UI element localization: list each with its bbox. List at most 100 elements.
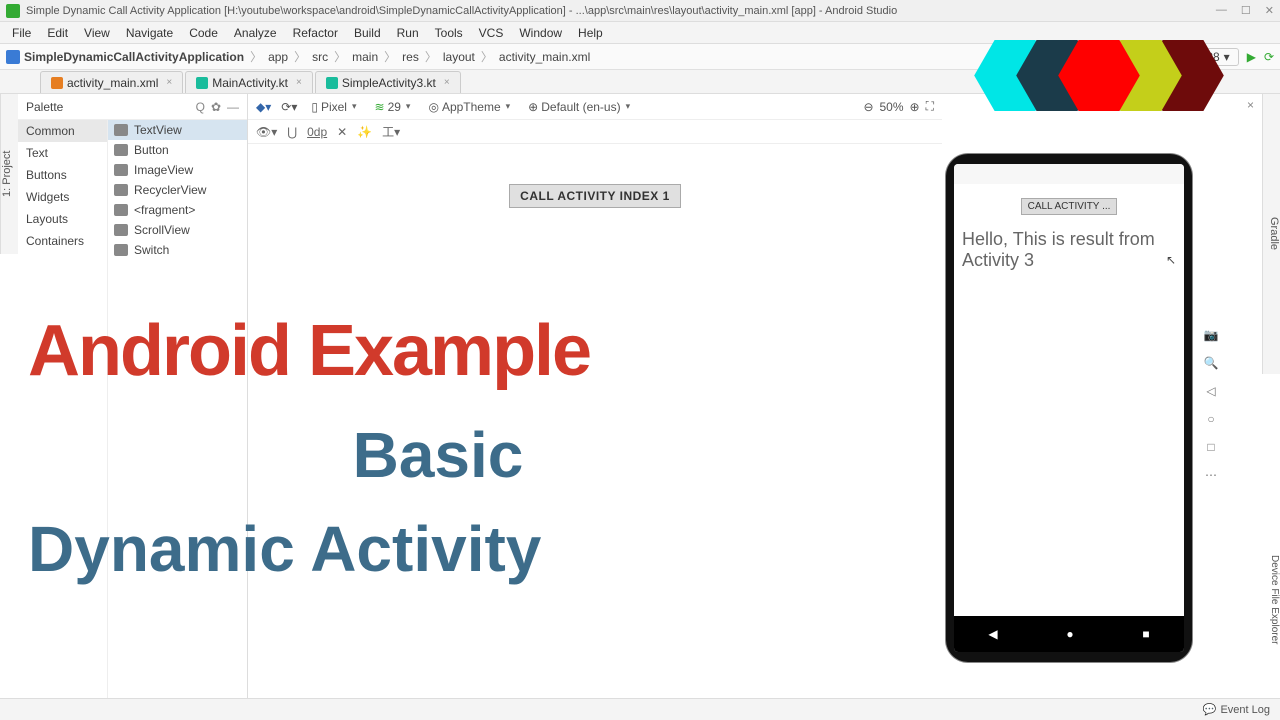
palette-cat-buttons[interactable]: Buttons <box>18 164 107 186</box>
nav-home-icon[interactable]: ● <box>1066 627 1073 641</box>
home-icon[interactable]: ○ <box>1207 412 1214 426</box>
theme-selector[interactable]: ◎AppTheme <box>424 99 514 115</box>
menu-tools[interactable]: Tools <box>427 24 471 42</box>
palette-cat-common[interactable]: Common <box>18 120 107 142</box>
nav-back-icon[interactable]: ◀ <box>988 627 997 641</box>
tab-main-activity[interactable]: MainActivity.kt × <box>185 71 313 93</box>
breadcrumb-res[interactable]: res <box>402 50 419 64</box>
event-log-label[interactable]: Event Log <box>1220 704 1270 716</box>
nav-recents-icon[interactable]: ■ <box>1142 627 1149 641</box>
recyclerview-icon <box>114 184 128 196</box>
search-icon[interactable]: Q <box>196 100 205 114</box>
button-icon <box>114 144 128 156</box>
close-button[interactable]: ✕ <box>1265 4 1274 17</box>
menu-analyze[interactable]: Analyze <box>226 24 285 42</box>
breadcrumb-layout[interactable]: layout <box>443 50 475 64</box>
zoom-in-icon[interactable]: ⊕ <box>910 100 920 114</box>
tool-project[interactable]: 1: Project <box>1 151 13 197</box>
magnet-icon[interactable]: ⋃ <box>287 125 297 139</box>
sync-icon[interactable]: ⟳ <box>1264 50 1274 64</box>
close-tab-icon[interactable]: × <box>166 77 172 88</box>
menu-build[interactable]: Build <box>346 24 389 42</box>
kotlin-file-icon <box>196 77 208 89</box>
palette-item-switch[interactable]: Switch <box>108 240 247 260</box>
palette-cat-text[interactable]: Text <box>18 142 107 164</box>
tool-gradle[interactable]: Gradle <box>1268 217 1280 250</box>
default-margin[interactable]: 0dp <box>307 125 327 139</box>
left-tool-strip: 1: Project Resource Manager <box>0 94 18 254</box>
fragment-icon <box>114 204 128 216</box>
gear-icon[interactable]: ✿ <box>211 100 221 114</box>
palette-title: Palette <box>26 100 63 114</box>
palette-item-scrollview[interactable]: ScrollView <box>108 220 247 240</box>
menu-vcs[interactable]: VCS <box>471 24 512 42</box>
palette-cat-widgets[interactable]: Widgets <box>18 186 107 208</box>
menu-code[interactable]: Code <box>181 24 226 42</box>
menu-run[interactable]: Run <box>389 24 427 42</box>
api-selector[interactable]: ≋29 <box>371 99 415 115</box>
design-canvas-button[interactable]: CALL ACTIVITY INDEX 1 <box>509 184 681 208</box>
palette-item-fragment[interactable]: <fragment> <box>108 200 247 220</box>
palette-item-textview[interactable]: TextView <box>108 120 247 140</box>
palette-cat-layouts[interactable]: Layouts <box>18 208 107 230</box>
maximize-button[interactable]: ☐ <box>1241 4 1251 17</box>
tool-device-file-explorer[interactable]: Device File Explorer <box>1262 540 1280 660</box>
overlay-line-3: Dynamic Activity <box>28 512 848 586</box>
orientation-icon[interactable]: ⟳▾ <box>281 100 297 114</box>
minimize-button[interactable]: — <box>1216 4 1227 17</box>
kotlin-file-icon <box>326 77 338 89</box>
back-icon[interactable]: ◁ <box>1206 384 1215 398</box>
xml-file-icon <box>51 77 63 89</box>
title-bar: Simple Dynamic Call Activity Application… <box>0 0 1280 22</box>
align-icon[interactable]: 工▾ <box>382 123 400 140</box>
hexagon-logo <box>958 40 1258 266</box>
switch-icon <box>114 244 128 256</box>
close-tab-icon[interactable]: × <box>444 77 450 88</box>
palette-item-button[interactable]: Button <box>108 140 247 160</box>
menu-refactor[interactable]: Refactor <box>285 24 346 42</box>
overlay-line-2: Basic <box>28 418 848 492</box>
more-icon[interactable]: ⋯ <box>1205 468 1217 482</box>
palette-cat-containers[interactable]: Containers <box>18 230 107 252</box>
scrollview-icon <box>114 224 128 236</box>
menu-file[interactable]: File <box>4 24 39 42</box>
design-toolbar: ◆▾ ⟳▾ ▯Pixel ≋29 ◎AppTheme ⊕Default (en-… <box>248 94 942 120</box>
device-type-selector[interactable]: ▯Pixel <box>307 99 360 115</box>
project-icon <box>6 50 20 64</box>
zoom-value: 50% <box>880 100 904 114</box>
breadcrumb-project[interactable]: SimpleDynamicCallActivityApplication <box>24 50 244 64</box>
emulator-nav-bar: ◀ ● ■ <box>954 616 1184 652</box>
menu-view[interactable]: View <box>76 24 118 42</box>
right-tool-strip: Gradle <box>1262 94 1280 374</box>
zoom-icon[interactable]: 🔍 <box>1204 356 1219 370</box>
palette-item-imageview[interactable]: ImageView <box>108 160 247 180</box>
breadcrumb-main[interactable]: main <box>352 50 378 64</box>
surface-selector-icon[interactable]: ◆▾ <box>256 100 271 114</box>
menu-help[interactable]: Help <box>570 24 611 42</box>
overlay-line-1: Android Example <box>28 310 848 392</box>
collapse-icon[interactable]: — <box>227 100 239 114</box>
design-toolbar-2: 👁▾ ⋃ 0dp ✕ ✨ 工▾ <box>248 120 942 144</box>
tab-activity-main[interactable]: activity_main.xml × <box>40 71 183 93</box>
tab-simple-activity3[interactable]: SimpleActivity3.kt × <box>315 71 461 93</box>
camera-icon[interactable]: 📷 <box>1204 328 1219 342</box>
zoom-out-icon[interactable]: ⊖ <box>863 100 873 114</box>
zoom-fit-icon[interactable]: ⛶ <box>926 99 934 114</box>
overview-icon[interactable]: □ <box>1207 440 1214 454</box>
breadcrumb-src[interactable]: src <box>312 50 328 64</box>
textview-icon <box>114 124 128 136</box>
palette-item-recyclerview[interactable]: RecyclerView <box>108 180 247 200</box>
locale-selector[interactable]: ⊕Default (en-us) <box>524 99 634 115</box>
event-log-icon[interactable]: 💬 <box>1203 703 1217 716</box>
breadcrumb-file[interactable]: activity_main.xml <box>499 50 590 64</box>
breadcrumb-app[interactable]: app <box>268 50 288 64</box>
infer-constraints-icon[interactable]: ✨ <box>357 125 372 139</box>
thumbnail-title-overlay: Android Example Basic Dynamic Activity <box>28 310 848 586</box>
view-options-icon[interactable]: 👁▾ <box>256 125 277 139</box>
menu-edit[interactable]: Edit <box>39 24 76 42</box>
menu-window[interactable]: Window <box>511 24 570 42</box>
clear-constraints-icon[interactable]: ✕ <box>337 125 347 139</box>
menu-navigate[interactable]: Navigate <box>118 24 181 42</box>
imageview-icon <box>114 164 128 176</box>
close-tab-icon[interactable]: × <box>296 77 302 88</box>
